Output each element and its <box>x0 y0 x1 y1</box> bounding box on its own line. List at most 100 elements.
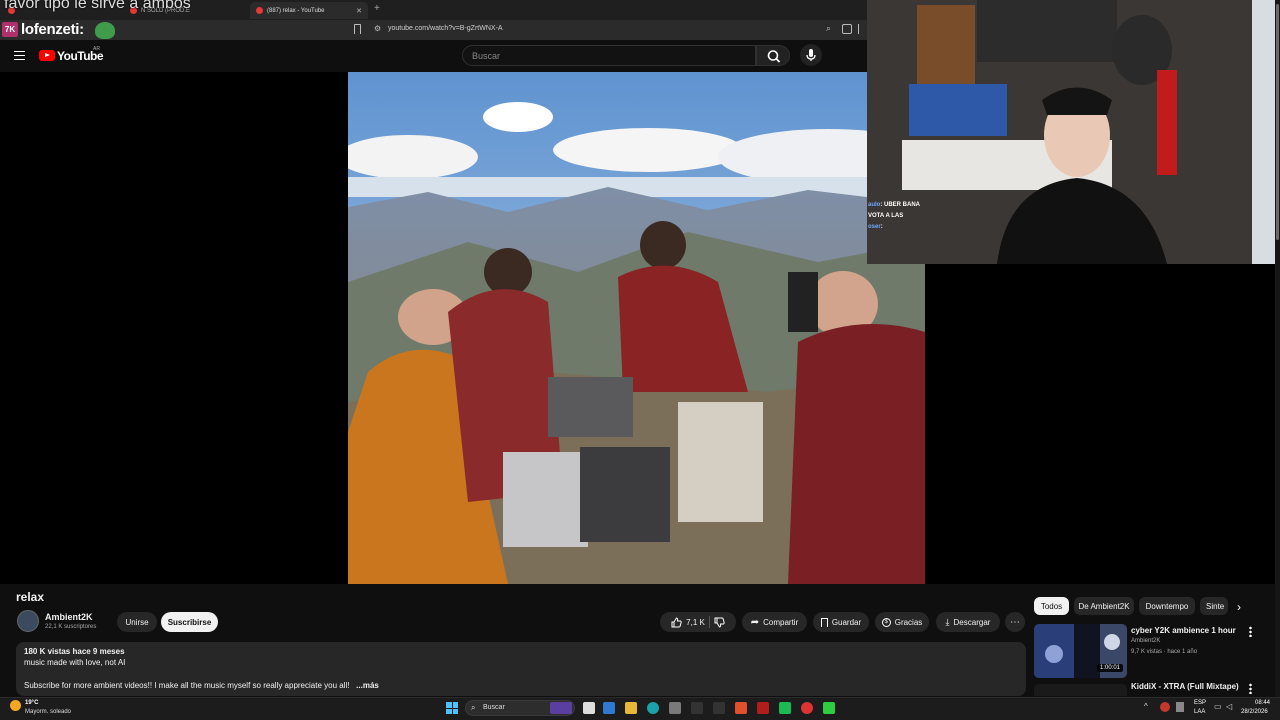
tray-app-icon[interactable] <box>1176 702 1184 712</box>
tray-app-icon[interactable] <box>1160 702 1170 712</box>
like-button[interactable]: 7,1 K <box>671 616 705 628</box>
widgets-icon[interactable] <box>603 702 615 714</box>
video-title: relax <box>16 590 45 604</box>
thumbs-down-icon[interactable] <box>714 617 725 628</box>
zoom-icon[interactable]: ⌕ <box>826 23 831 34</box>
url-field[interactable]: youtube.com/watch?v=B-gZrtWNX-A <box>388 25 503 32</box>
file-explorer-icon[interactable] <box>625 702 637 714</box>
app-icon[interactable] <box>823 702 835 714</box>
chip-downtempo[interactable]: Downtempo <box>1139 597 1195 615</box>
edge-icon[interactable] <box>647 702 659 714</box>
search-input[interactable] <box>462 45 756 66</box>
recommendation-thumbnail[interactable] <box>1034 684 1127 696</box>
description-line: Subscribe for more ambient videos!! I ma… <box>24 681 379 690</box>
cast-icon[interactable] <box>842 24 852 34</box>
chat-line: aulo: UBER BANA <box>868 200 929 211</box>
stream-logo: 7K <box>2 22 18 37</box>
subscribe-button[interactable]: Suscribirse <box>161 612 218 632</box>
stream-chat-overlay: aulo: UBER BANA VOTA A LAS oser: <box>867 200 929 264</box>
app-icon[interactable] <box>801 702 813 714</box>
video-frame[interactable] <box>348 72 925 584</box>
app-icon[interactable] <box>691 702 703 714</box>
voice-search-button[interactable] <box>800 44 822 66</box>
menu-icon[interactable] <box>14 51 25 60</box>
browser-tab-active[interactable]: (887) relax - YouTube ✕ <box>250 2 368 19</box>
youtube-logo-icon[interactable] <box>39 50 55 61</box>
share-page-icon[interactable] <box>858 24 866 34</box>
recommendation-title[interactable]: KiddiX - XTRA (Full Mixtape) <box>1131 682 1239 691</box>
join-button[interactable]: Unirse <box>117 612 157 632</box>
video-stats: 180 K vistas hace 9 meses <box>24 647 125 656</box>
app-icon[interactable] <box>757 702 769 714</box>
save-button[interactable]: Guardar <box>813 612 869 632</box>
clock-time[interactable]: 08:44 <box>1255 700 1270 706</box>
search-button[interactable] <box>756 45 790 66</box>
more-actions-button[interactable]: ⋯ <box>1005 612 1025 632</box>
microphone-icon <box>806 49 816 61</box>
like-dislike-group: 7,1 K <box>660 612 736 632</box>
search-highlight-icon <box>550 702 572 714</box>
thanks-button[interactable]: $ Gracias <box>875 612 929 632</box>
thumbs-up-icon <box>671 616 682 627</box>
video-scene-image <box>348 72 925 584</box>
download-button[interactable]: ⤓ Descargar <box>936 612 1000 632</box>
app-icon[interactable] <box>713 702 725 714</box>
brave-browser-icon[interactable] <box>735 702 747 714</box>
close-tab-icon[interactable]: ✕ <box>350 7 362 15</box>
taskbar-search-icon: ⌕ <box>471 703 476 712</box>
channel-avatar[interactable] <box>17 610 39 632</box>
clock-date: 28/2/2026 <box>1241 709 1268 715</box>
app-icon[interactable] <box>669 702 681 714</box>
app-icon[interactable] <box>779 702 791 714</box>
region-code: AR <box>93 46 100 52</box>
site-info-icon[interactable]: ⚙ <box>374 24 381 33</box>
tab-label: (887) relax - YouTube <box>267 7 325 14</box>
download-icon: ⤓ <box>945 616 950 627</box>
recommendation-meta: 9,7 K vistas · hace 1 año <box>1131 649 1198 655</box>
search-icon <box>767 50 781 63</box>
weather-icon[interactable] <box>10 700 21 711</box>
download-label: Descargar <box>953 617 991 627</box>
like-count: 7,1 K <box>686 617 705 627</box>
youtube-favicon-icon <box>256 7 263 14</box>
chip-synth[interactable]: Sinte <box>1200 597 1228 615</box>
weather-temperature[interactable]: 19°C <box>25 700 38 706</box>
chevron-right-icon[interactable]: › <box>1237 600 1241 614</box>
description-line: music made with love, not AI <box>24 658 126 667</box>
new-tab-button[interactable]: + <box>374 3 380 14</box>
thanks-icon: $ <box>881 617 891 627</box>
chevron-up-icon[interactable]: ^ <box>1144 702 1148 711</box>
chat-user: oser <box>868 224 881 230</box>
thanks-label: Gracias <box>894 617 923 627</box>
weather-description: Mayorm. soleado <box>25 709 72 715</box>
save-icon <box>820 617 828 627</box>
input-language[interactable]: ESP <box>1194 700 1206 706</box>
show-more-link[interactable]: ...más <box>356 681 379 690</box>
chip-all[interactable]: Todos <box>1034 597 1069 615</box>
channel-name[interactable]: Ambient2K <box>45 612 93 622</box>
input-layout: LAA <box>1194 709 1206 715</box>
recommendation-title[interactable]: cyber Y2K ambience 1 hour <box>1131 626 1236 635</box>
share-icon: ➦ <box>750 616 760 628</box>
description-text: Subscribe for more ambient videos!! I ma… <box>24 681 350 690</box>
subscriber-count: 22,1 K suscriptores <box>45 624 97 630</box>
more-vertical-icon[interactable] <box>1249 683 1252 694</box>
chat-text: VOTA A LAS <box>868 213 904 219</box>
overlay-caption: favor tipo le sirve a ambos <box>4 0 191 12</box>
like-divider <box>708 616 710 628</box>
taskbar-search-label: Buscar <box>483 704 505 711</box>
task-view-icon[interactable] <box>583 702 595 714</box>
chat-user: aulo <box>868 202 881 208</box>
network-icon[interactable]: ▭ <box>1214 702 1222 711</box>
scrollbar-thumb[interactable] <box>1276 4 1279 240</box>
share-button[interactable]: ➦ Compartir <box>742 612 807 632</box>
chip-from-channel[interactable]: De Ambient2K <box>1074 597 1134 615</box>
windows-taskbar <box>0 697 1280 720</box>
windows-start-icon[interactable] <box>446 702 458 714</box>
volume-icon[interactable]: ◁ <box>1226 702 1232 711</box>
chat-line: oser: <box>868 222 929 233</box>
stream-brand-name: lofenzeti: <box>21 21 84 38</box>
recommendation-channel[interactable]: Ambient2K <box>1131 638 1160 644</box>
bookmark-icon[interactable] <box>354 24 361 34</box>
more-vertical-icon[interactable] <box>1249 626 1252 637</box>
